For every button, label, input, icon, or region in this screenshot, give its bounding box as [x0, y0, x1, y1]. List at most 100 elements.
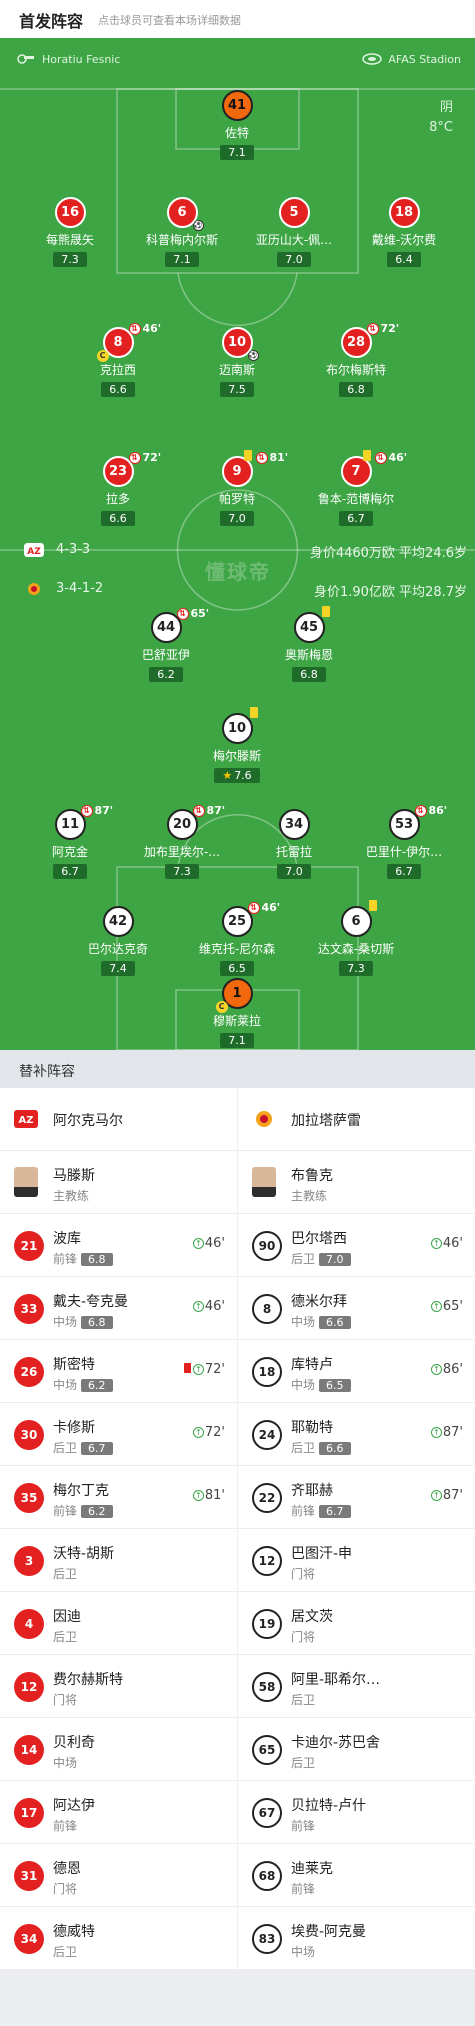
subs-title: 替补阵容	[19, 1064, 75, 1080]
away-coach[interactable]: 布鲁克 主教练	[238, 1151, 475, 1214]
sub-name: 因迪	[53, 1609, 81, 1625]
player-away-keeper[interactable]: 1C 穆斯莱拉 7.1	[182, 978, 292, 1048]
player-away[interactable]: 44 ⇅ 65' 巴舒亚伊 6.2	[111, 607, 221, 682]
substitute-row: 31 德恩 门将 68 迪莱克 前锋	[0, 1844, 475, 1907]
substitute-row: 14 贝利奇 中场 65 卡迪尔-苏巴舍 后卫	[0, 1718, 475, 1781]
sub-minute: 46'	[142, 322, 162, 335]
sub-position: 门将	[291, 1630, 316, 1644]
player-home[interactable]: 10 ⚽ 迈南斯 7.5	[182, 327, 292, 397]
substitute-away[interactable]: 12 巴图汗-申 门将	[238, 1529, 475, 1592]
sub-number: 21	[14, 1231, 44, 1261]
sub-minute-text: 46'	[204, 1299, 225, 1314]
away-team-cell[interactable]: 加拉塔萨雷	[238, 1088, 475, 1151]
substitute-away[interactable]: 68 迪莱克 前锋	[238, 1844, 475, 1907]
player-home[interactable]: 7 ⇅ 46' 鲁本-范博梅尔 6.7	[301, 450, 411, 526]
substitute-away[interactable]: 22 齐耶赫 前锋 6.7 ↑ 87'	[238, 1466, 475, 1529]
player-number-text: 25	[227, 914, 247, 929]
watermark: 懂球帝	[205, 560, 271, 584]
substitute-away[interactable]: 19 居文茨 门将	[238, 1592, 475, 1655]
player-home[interactable]: 8 ⇅ 46' C 克拉西 6.6	[63, 322, 173, 397]
player-home[interactable]: 16 每熊晟矢 7.3	[15, 197, 125, 267]
substitute-home[interactable]: 3 沃特-胡斯 后卫	[0, 1529, 238, 1592]
substitute-away[interactable]: 18 库特卢 中场 6.5 ↑ 86'	[238, 1340, 475, 1403]
player-name: 布尔梅斯特	[325, 363, 386, 377]
substitute-home[interactable]: 35 梅尔丁克 前锋 6.2 ↑ 81'	[0, 1466, 238, 1529]
player-home[interactable]: 23 ⇅ 72' 拉多 6.6	[63, 451, 173, 526]
player-number-text: 53	[394, 817, 414, 832]
player-home[interactable]: 9 ⇅ 81' 帕罗特 7.0	[182, 450, 292, 526]
player-home[interactable]: 18 戴维-沃尔费 6.4	[349, 197, 459, 267]
away-formation: 3-4-1-2	[24, 581, 103, 596]
sub-minute-text: 81'	[204, 1488, 225, 1503]
sub-position: 中场	[53, 1756, 78, 1770]
substitute-away[interactable]: 8 德米尔拜 中场 6.6 ↑ 65'	[238, 1277, 475, 1340]
sub-off-icon: ⇅	[366, 323, 379, 335]
substitute-home[interactable]: 14 贝利奇 中场	[0, 1718, 238, 1781]
away-team-stats: 身价1.90亿欧 平均28.7岁	[313, 585, 467, 600]
substitute-home[interactable]: 17 阿达伊 前锋	[0, 1781, 238, 1844]
sub-name: 贝拉特-卢什	[291, 1798, 367, 1814]
player-away[interactable]: 53 ⇅ 86' 巴里什-伊尔… 6.7	[349, 804, 459, 879]
player-away[interactable]: 25 ⇅ 46' 维克托-尼尔森 6.5	[182, 901, 292, 976]
player-rating: 6.4	[387, 252, 421, 267]
player-name: 巴里什-伊尔…	[365, 845, 443, 859]
home-coach[interactable]: 马滕斯 主教练	[0, 1151, 238, 1214]
substitute-home[interactable]: 34 德威特 后卫	[0, 1907, 238, 1970]
sub-name: 德威特	[53, 1924, 95, 1940]
sub-minute-text: 87'	[442, 1425, 463, 1440]
player-away[interactable]: 10 梅尔滕斯 ★ 7.6	[182, 707, 292, 783]
player-rating: 6.7	[339, 511, 373, 526]
yellow-card-icon	[368, 900, 377, 911]
player-number: 44 ⇅ 65'	[150, 607, 209, 643]
player-home-keeper[interactable]: 41 佐特 7.1	[182, 90, 292, 160]
substitute-away[interactable]: 24 耶勒特 后卫 6.6 ↑ 87'	[238, 1403, 475, 1466]
player-away[interactable]: 34 托雷拉 7.0	[239, 809, 349, 879]
captain-icon: C	[215, 1001, 228, 1013]
substitute-home[interactable]: 30 卡修斯 后卫 6.7 ↑ 72'	[0, 1403, 238, 1466]
home-team-cell[interactable]: AZ 阿尔克马尔	[0, 1088, 238, 1151]
substitute-away[interactable]: 67 贝拉特-卢什 前锋	[238, 1781, 475, 1844]
player-away[interactable]: 11 ⇅ 87' 阿克金 6.7	[15, 804, 125, 879]
player-number-text: 7	[351, 464, 361, 479]
sub-off-icon: ⇅	[414, 805, 427, 817]
substitute-home[interactable]: 21 波库 前锋 6.8 ↑ 46'	[0, 1214, 238, 1277]
substitute-home[interactable]: 33 戴夫-夸克曼 中场 6.8 ↑ 46'	[0, 1277, 238, 1340]
player-name: 亚历山大-佩…	[255, 233, 333, 247]
sub-off-icon: ⇅	[255, 452, 268, 464]
player-home[interactable]: 5 亚历山大-佩… 7.0	[239, 197, 349, 267]
substitute-away[interactable]: 65 卡迪尔-苏巴舍 后卫	[238, 1718, 475, 1781]
player-name: 佐特	[224, 126, 249, 140]
player-away[interactable]: 20 ⇅ 87' 加布里埃尔-… 7.3	[127, 804, 237, 879]
player-number: 20 ⇅ 87'	[166, 804, 225, 840]
player-name: 梅尔滕斯	[212, 749, 261, 763]
substitute-away[interactable]: 83 埃费-阿克曼 中场	[238, 1907, 475, 1970]
player-away[interactable]: 45 奥斯梅恩 6.8	[254, 606, 364, 682]
sub-number: 31	[14, 1861, 44, 1891]
substitute-away[interactable]: 58 阿里-耶希尔… 后卫	[238, 1655, 475, 1718]
sub-position: 前锋	[53, 1252, 78, 1266]
sub-name: 巴尔塔西	[291, 1231, 347, 1247]
sub-rating: 6.7	[319, 1505, 351, 1518]
referee-info: Horatiu Fesnic	[16, 53, 120, 66]
yellow-card-icon	[243, 450, 252, 461]
sub-minute: 72'	[380, 322, 400, 335]
sub-off-icon: ⇅	[176, 608, 189, 620]
substitute-away[interactable]: 90 巴尔塔西 后卫 7.0 ↑ 46'	[238, 1214, 475, 1277]
substitute-home[interactable]: 26 斯密特 中场 6.2 ↑ 72'	[0, 1340, 238, 1403]
sub-number: 83	[252, 1924, 282, 1954]
substitute-home[interactable]: 4 因迪 后卫	[0, 1592, 238, 1655]
player-away[interactable]: 42 巴尔达克奇 7.4	[63, 906, 173, 976]
player-home[interactable]: 28 ⇅ 72' 布尔梅斯特 6.8	[301, 322, 411, 397]
whistle-icon	[17, 54, 34, 64]
player-away[interactable]: 6 达文森-桑切斯 7.3	[301, 900, 411, 976]
player-home[interactable]: 6 ⚽ 科普梅内尔斯 7.1	[127, 197, 237, 267]
player-rating: 6.8	[292, 667, 326, 682]
player-rating: 7.0	[220, 511, 254, 526]
substitute-home[interactable]: 31 德恩 门将	[0, 1844, 238, 1907]
player-number: 6	[340, 900, 377, 937]
sub-position-line: 后卫	[53, 1628, 77, 1645]
substitute-home[interactable]: 12 费尔赫斯特 门将	[0, 1655, 238, 1718]
sub-rating: 6.8	[81, 1253, 113, 1266]
sub-position: 前锋	[291, 1819, 316, 1833]
sub-position-line: 中场 6.8	[53, 1313, 113, 1330]
